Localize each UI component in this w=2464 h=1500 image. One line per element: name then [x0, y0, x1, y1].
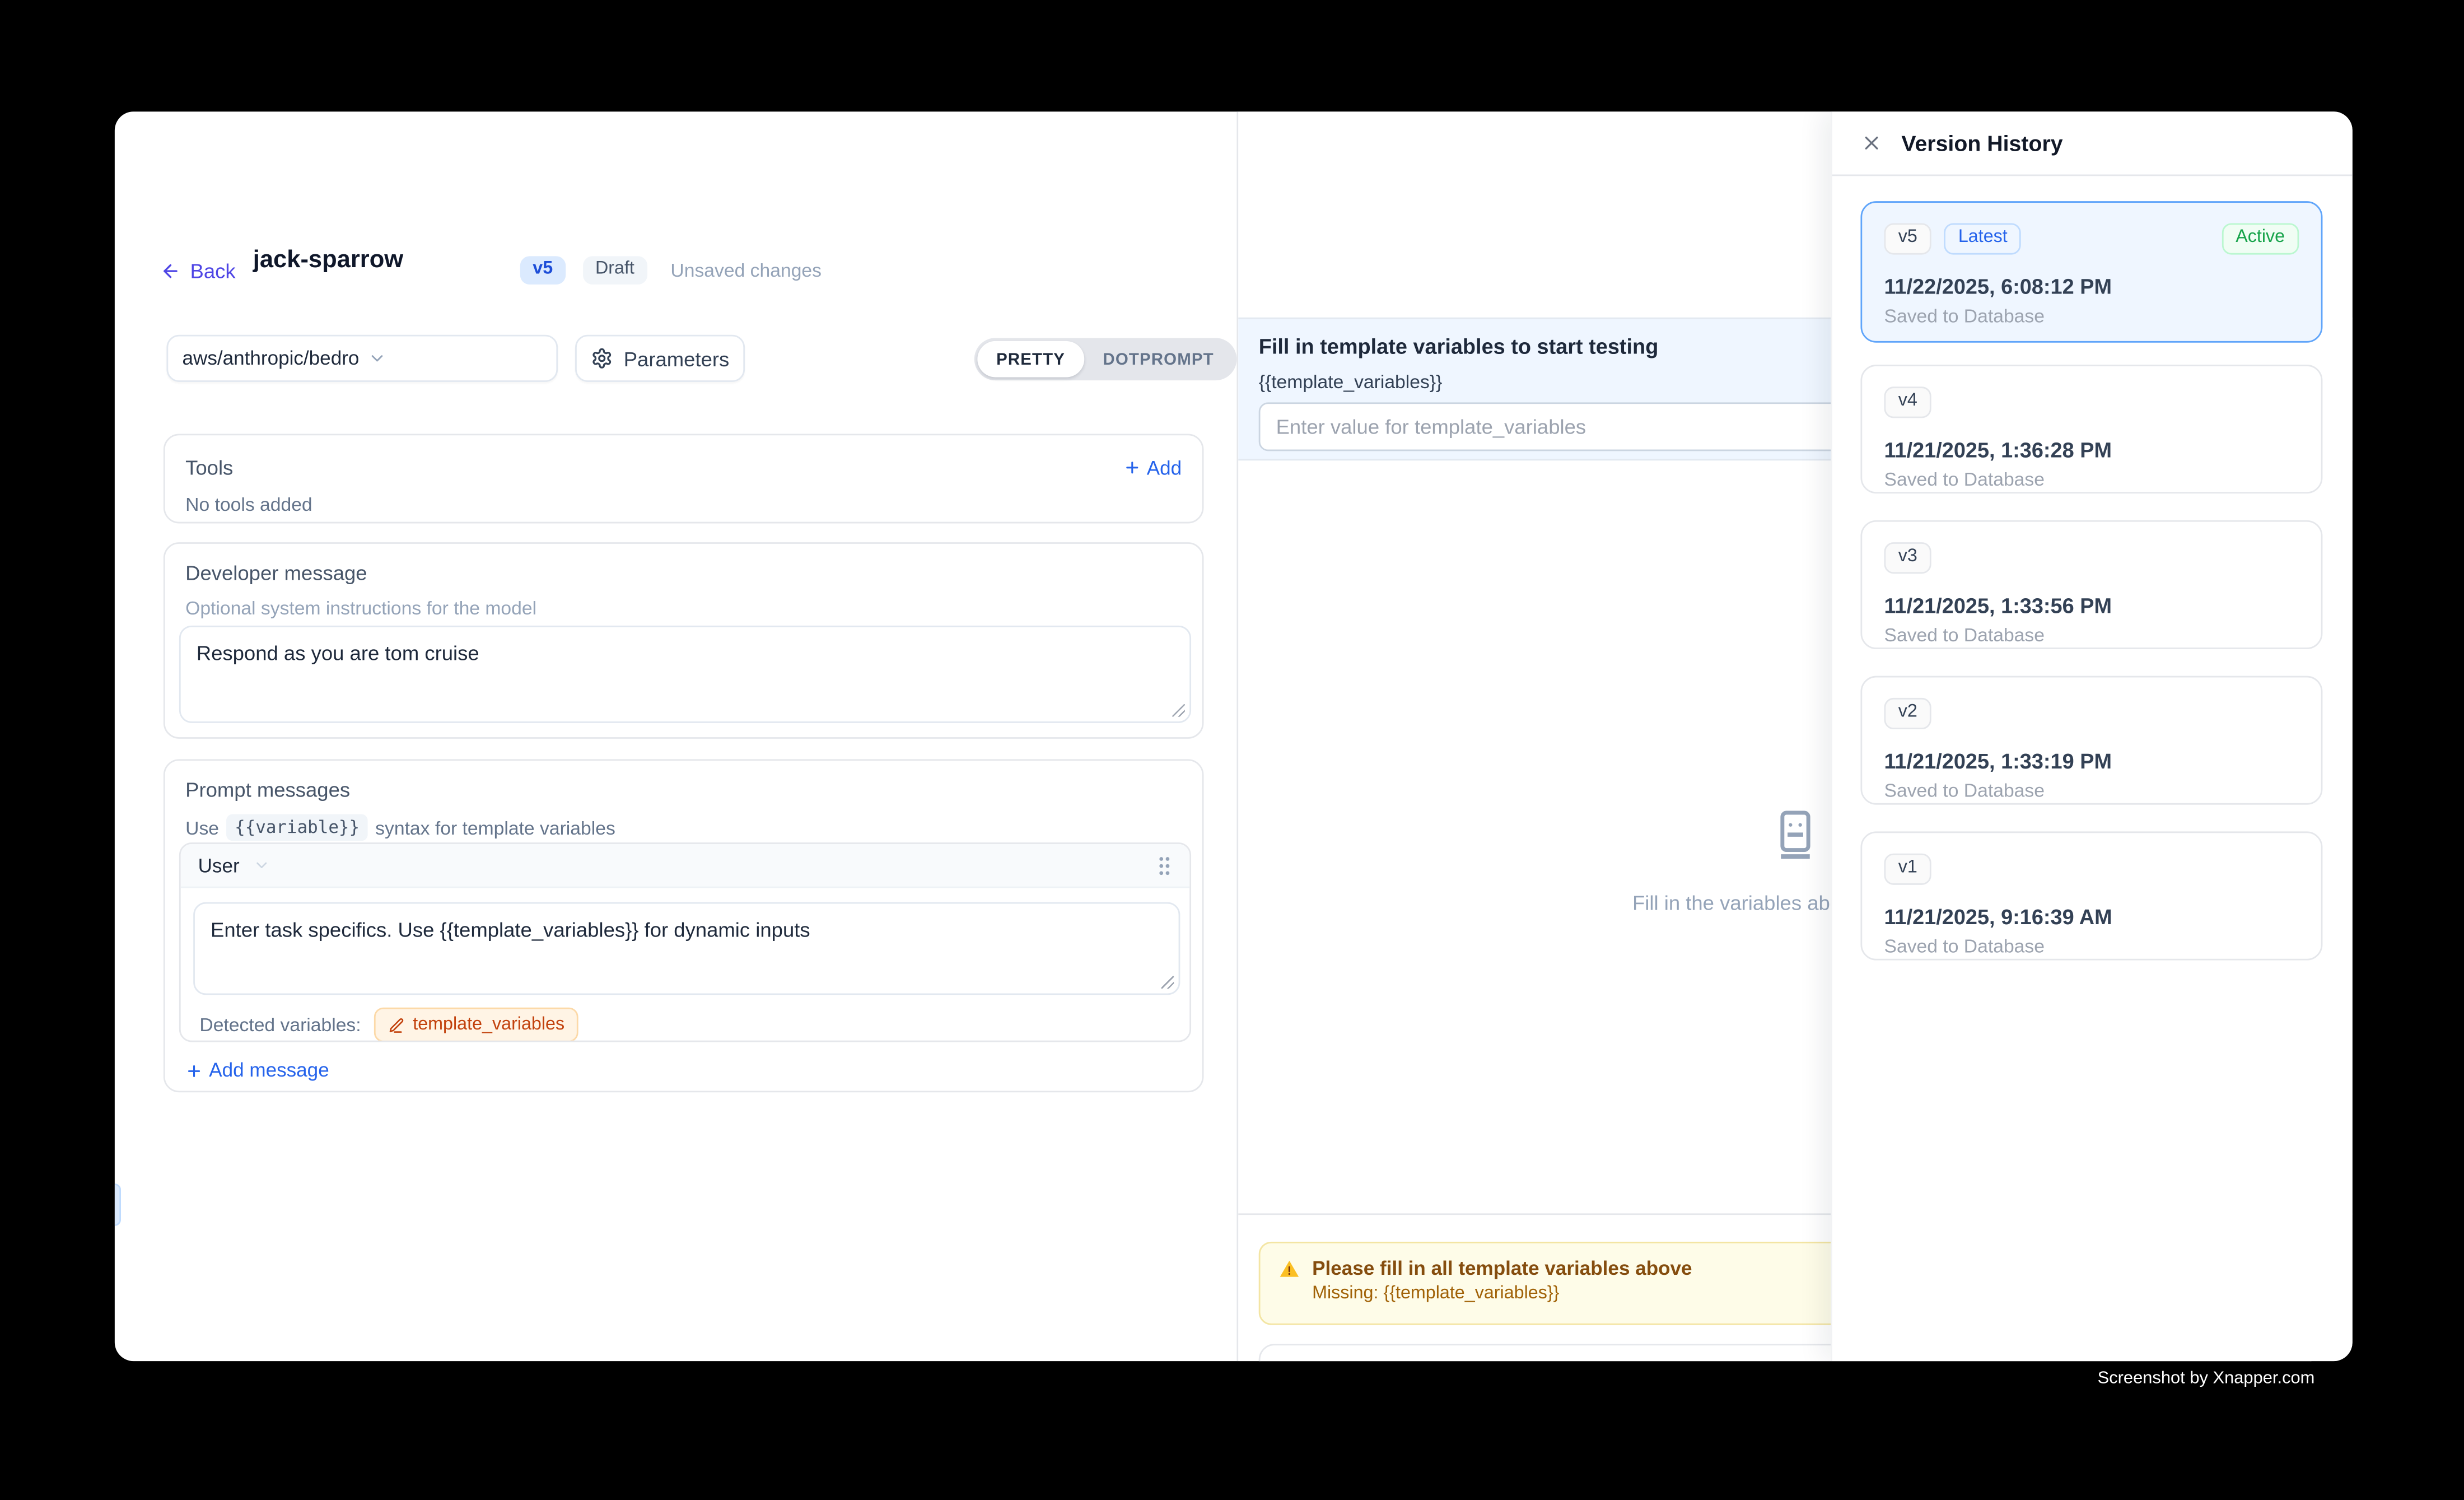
syntax-hint: Use {{variable}} syntax for template var… — [185, 814, 1182, 841]
gear-icon — [591, 347, 613, 369]
version-number-badge: v3 — [1884, 542, 1932, 573]
developer-message-card: Developer message Optional system instru… — [164, 542, 1204, 739]
draft-badge: Draft — [583, 256, 647, 283]
detected-variable-chip[interactable]: template_variables — [374, 1008, 578, 1042]
version-timestamp: 11/21/2025, 9:16:39 AM — [1884, 905, 2299, 928]
developer-message-title: Developer message — [185, 561, 1182, 585]
parameters-label: Parameters — [624, 347, 730, 370]
warning-triangle-icon — [1279, 1258, 1299, 1278]
message-input[interactable]: Enter task specifics. Use {{template_var… — [193, 902, 1180, 995]
version-timestamp: 11/21/2025, 1:33:19 PM — [1884, 749, 2299, 772]
prompt-messages-title: Prompt messages — [185, 778, 1182, 802]
version-number-badge: v2 — [1884, 698, 1932, 729]
role-select[interactable]: User — [198, 854, 271, 876]
page-title: jack-sparrow — [253, 247, 403, 276]
variable-code-chip: {{variable}} — [227, 814, 367, 841]
developer-message-subtitle: Optional system instructions for the mod… — [185, 597, 1182, 619]
version-card-v3[interactable]: v3 11/21/2025, 1:33:56 PM Saved to Datab… — [1860, 520, 2322, 649]
chevron-down-icon — [254, 856, 271, 874]
message-block: User Enter task specifics. Use {{templat… — [179, 842, 1191, 1042]
version-timestamp: 11/22/2025, 6:08:12 PM — [1884, 274, 2299, 298]
close-icon[interactable] — [1860, 132, 1882, 154]
back-label: Back — [190, 259, 236, 283]
version-number-badge: v5 — [1884, 223, 1932, 254]
watermark: Screenshot by Xnapper.com — [2098, 1369, 2315, 1388]
edge-tab[interactable] — [115, 1184, 121, 1226]
plus-icon — [1123, 459, 1141, 476]
detected-variable-name: template_variables — [413, 1015, 564, 1035]
back-button[interactable]: Back — [160, 259, 235, 283]
unsaved-changes-label: Unsaved changes — [670, 259, 822, 281]
version-history-header: Version History — [1832, 111, 2353, 176]
tools-title: Tools — [185, 456, 233, 479]
latest-badge: Latest — [1944, 223, 2022, 254]
model-select[interactable]: aws/anthropic/bedrock-claude-3-5-s... — [166, 335, 558, 382]
resize-grip-icon[interactable] — [1161, 976, 1174, 989]
format-toggle: PRETTY DOTPROMPT — [974, 338, 1236, 380]
pencil-icon — [388, 1016, 405, 1033]
add-message-button[interactable]: Add message — [185, 1059, 329, 1081]
version-storage: Saved to Database — [1884, 468, 2299, 490]
version-card-v4[interactable]: v4 11/21/2025, 1:36:28 PM Saved to Datab… — [1860, 365, 2322, 493]
toggle-pretty[interactable]: PRETTY — [977, 341, 1084, 378]
app-window: Back jack-sparrow v5 Draft Unsaved chang… — [115, 111, 2353, 1361]
parameters-button[interactable]: Parameters — [575, 335, 745, 382]
version-storage: Saved to Database — [1884, 779, 2299, 800]
model-select-value: aws/anthropic/bedrock-claude-3-5-s... — [183, 347, 358, 369]
message-value: Enter task specifics. Use {{template_var… — [211, 918, 810, 942]
resize-grip-icon[interactable] — [1172, 704, 1184, 716]
syntax-suffix: syntax for template variables — [375, 817, 615, 838]
add-message-label: Add message — [209, 1059, 329, 1081]
screen: Back jack-sparrow v5 Draft Unsaved chang… — [0, 0, 2464, 1499]
version-history-title: Version History — [1901, 131, 2062, 156]
plus-icon — [185, 1062, 203, 1079]
developer-message-value: Respond as you are tom cruise — [197, 641, 479, 665]
tools-card: Tools Add No tools added — [164, 434, 1204, 523]
detected-variables-label: Detected variables: — [199, 1014, 361, 1036]
add-tool-label: Add — [1147, 456, 1182, 478]
role-value: User — [198, 854, 240, 876]
developer-message-input[interactable]: Respond as you are tom cruise — [179, 626, 1191, 723]
add-tool-button[interactable]: Add — [1123, 456, 1182, 478]
version-storage: Saved to Database — [1884, 304, 2299, 326]
bot-icon — [1770, 808, 1822, 860]
version-timestamp: 11/21/2025, 1:36:28 PM — [1884, 438, 2299, 462]
version-timestamp: 11/21/2025, 1:33:56 PM — [1884, 593, 2299, 617]
drag-handle-icon[interactable] — [1156, 854, 1172, 876]
chevron-down-icon — [367, 349, 542, 368]
version-badge: v5 — [520, 256, 566, 283]
version-storage: Saved to Database — [1884, 623, 2299, 645]
message-header: User — [181, 844, 1190, 888]
version-card-v2[interactable]: v2 11/21/2025, 1:33:19 PM Saved to Datab… — [1860, 676, 2322, 805]
tools-empty-text: No tools added — [185, 493, 1182, 515]
arrow-left-icon — [160, 261, 180, 281]
warning-title: Please fill in all template variables ab… — [1312, 1257, 1692, 1279]
version-card-v1[interactable]: v1 11/21/2025, 9:16:39 AM Saved to Datab… — [1860, 831, 2322, 960]
version-storage: Saved to Database — [1884, 934, 2299, 956]
prompt-messages-card: Prompt messages Use {{variable}} syntax … — [164, 759, 1204, 1092]
version-number-badge: v1 — [1884, 854, 1932, 884]
version-number-badge: v4 — [1884, 386, 1932, 417]
toggle-dotprompt[interactable]: DOTPROMPT — [1084, 341, 1233, 378]
version-card-v5[interactable]: v5 Latest Active 11/22/2025, 6:08:12 PM … — [1860, 201, 2322, 343]
detected-variables-row: Detected variables: template_variables — [199, 1008, 578, 1042]
active-badge: Active — [2222, 223, 2299, 254]
header-badges: v5 Draft Unsaved changes — [520, 256, 822, 283]
version-history-panel: Version History v5 Latest Active 11/22/2… — [1831, 111, 2353, 1361]
syntax-prefix: Use — [185, 817, 219, 838]
